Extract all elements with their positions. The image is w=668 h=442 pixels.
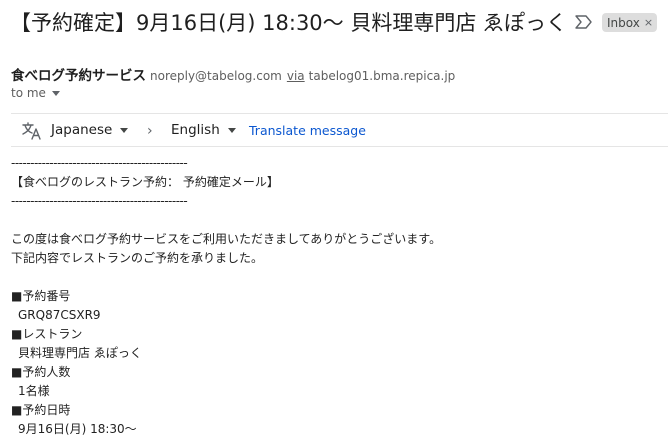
translate-icon bbox=[22, 122, 41, 140]
separator-line: ----------------------------------------… bbox=[11, 194, 188, 208]
remove-label-icon[interactable]: × bbox=[644, 16, 653, 29]
email-subject: 【予約確定】9月16日(月) 18:30〜 貝料理専門店 ゑぽっく bbox=[10, 11, 568, 35]
chevron-down-icon bbox=[227, 127, 236, 133]
inbox-label-text: Inbox bbox=[607, 15, 640, 30]
source-language-select[interactable]: Japanese bbox=[51, 122, 129, 138]
email-view: 【予約確定】9月16日(月) 18:30〜 貝料理専門店 ゑぽっく Inbox … bbox=[0, 0, 668, 442]
field-label-party-size: ■予約人数 bbox=[11, 365, 71, 379]
sender-row: 食べログ予約サービス noreply@tabelog.com via tabel… bbox=[11, 64, 455, 84]
sender-email: noreply@tabelog.com bbox=[150, 69, 282, 83]
field-value-restaurant: 貝料理専門店 ゑぽっく bbox=[18, 346, 142, 360]
field-value-party-size: 1名様 bbox=[18, 384, 50, 398]
via-domain: tabelog01.bma.repica.jp bbox=[308, 69, 456, 83]
chevron-right-icon: › bbox=[147, 123, 153, 139]
inbox-label-badge[interactable]: Inbox × bbox=[602, 13, 658, 32]
recipient-details-toggle[interactable]: to me bbox=[11, 86, 60, 100]
via-link[interactable]: via bbox=[287, 69, 305, 83]
field-label-reservation-number: ■予約番号 bbox=[11, 289, 71, 303]
field-value-reservation-number: GRQ87CSXR9 bbox=[18, 308, 101, 322]
body-heading: 【食べログのレストラン予約： 予約確定メール】 bbox=[11, 175, 279, 189]
target-language-select[interactable]: English bbox=[171, 122, 236, 138]
greeting-line: この度は食べログ予約サービスをご利用いただきましてありがとうございます。 bbox=[11, 232, 442, 246]
important-marker-icon[interactable] bbox=[574, 14, 594, 30]
chevron-down-icon bbox=[120, 127, 129, 133]
translate-message-link[interactable]: Translate message bbox=[249, 123, 366, 138]
source-language-label: Japanese bbox=[51, 122, 113, 138]
translate-bar: Japanese › English Translate message bbox=[11, 113, 668, 147]
field-value-datetime: 9月16日(月) 18:30〜 bbox=[18, 422, 137, 436]
email-body: ----------------------------------------… bbox=[11, 154, 661, 439]
sender-name: 食べログ予約サービス bbox=[11, 68, 146, 84]
field-label-restaurant: ■レストラン bbox=[11, 327, 83, 341]
subject-row: 【予約確定】9月16日(月) 18:30〜 貝料理専門店 ゑぽっく bbox=[10, 6, 567, 38]
recipient-label: to me bbox=[11, 86, 46, 100]
field-label-datetime: ■予約日時 bbox=[11, 403, 71, 417]
greeting-line: 下記内容でレストランのご予約を承りました。 bbox=[11, 251, 264, 265]
separator-line: ----------------------------------------… bbox=[11, 156, 188, 170]
target-language-label: English bbox=[171, 122, 220, 138]
chevron-down-icon bbox=[51, 90, 60, 96]
